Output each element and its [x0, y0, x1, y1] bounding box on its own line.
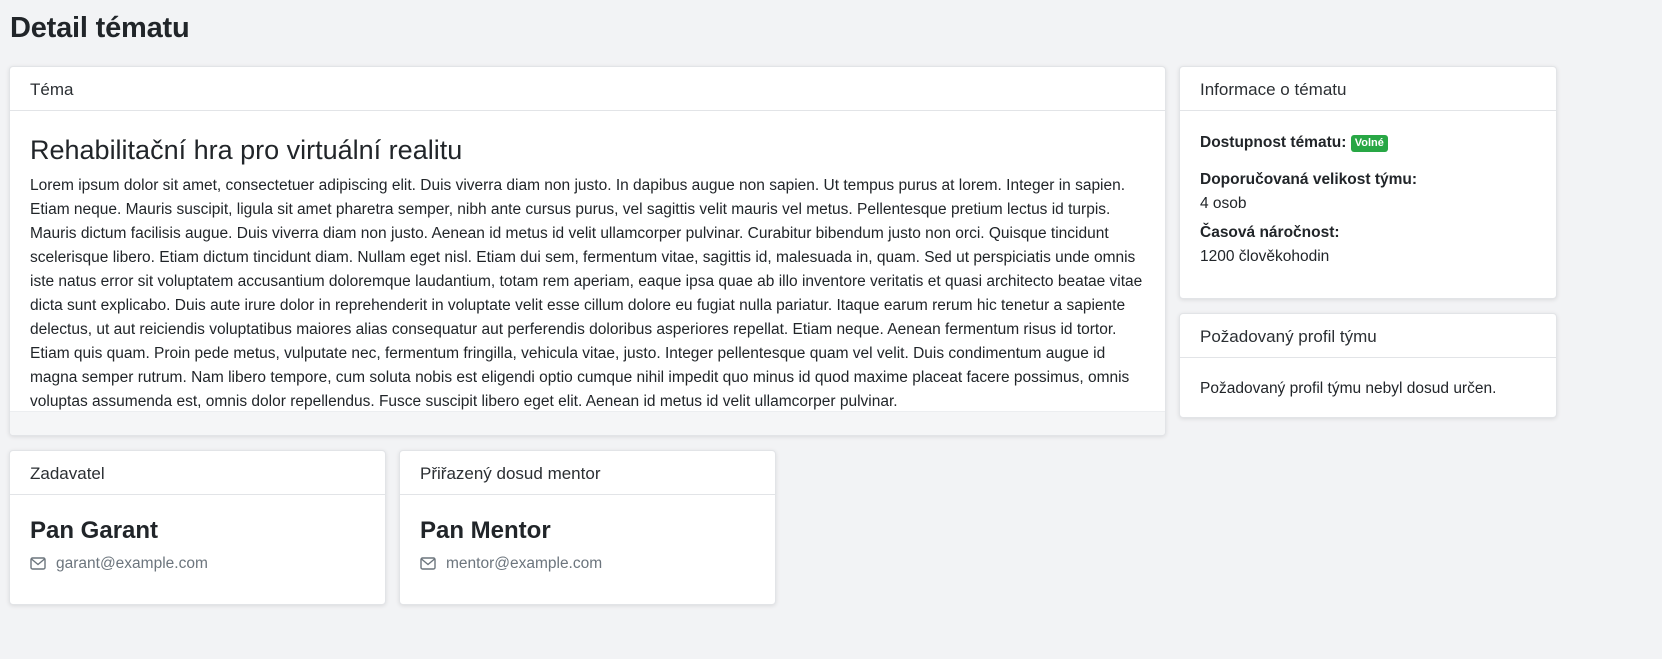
envelope-icon [420, 557, 438, 571]
availability-row: Dostupnost tématu: Volné [1200, 131, 1536, 155]
topic-card: Téma Rehabilitační hra pro virtuální rea… [9, 66, 1166, 436]
topic-info-card: Informace o tématu Dostupnost tématu: Vo… [1179, 66, 1557, 299]
topic-card-body: Rehabilitační hra pro virtuální realitu … [10, 135, 1165, 414]
team-size-value: 4 osob [1200, 195, 1247, 212]
availability-badge: Volné [1350, 135, 1388, 152]
submitter-email[interactable]: garant@example.com [56, 555, 208, 573]
mentor-card: Přiřazený dosud mentor Pan Mentor mentor… [399, 450, 776, 605]
topic-info-header: Informace o tématu [1180, 67, 1556, 111]
topic-card-footer [10, 411, 1165, 435]
mentor-email-row[interactable]: mentor@example.com [420, 555, 755, 573]
submitter-email-row[interactable]: garant@example.com [30, 555, 365, 573]
team-profile-text: Požadovaný profil týmu nebyl dosud určen… [1200, 380, 1497, 397]
page-title: Detail tématu [10, 12, 190, 44]
submitter-header: Zadavatel [10, 451, 385, 495]
topic-description: Lorem ipsum dolor sit amet, consectetuer… [30, 177, 1143, 410]
time-label: Časová náročnost: [1200, 224, 1340, 241]
team-size-row: Doporučovaná velikost týmu: 4 osob [1200, 168, 1536, 216]
availability-label: Dostupnost tématu: [1200, 134, 1347, 151]
topic-card-header: Téma [10, 67, 1165, 111]
submitter-card: Zadavatel Pan Garant garant@example.com [9, 450, 386, 605]
mentor-header: Přiřazený dosud mentor [400, 451, 775, 495]
team-profile-card: Požadovaný profil týmu Požadovaný profil… [1179, 313, 1557, 418]
mentor-name: Pan Mentor [420, 517, 551, 544]
time-value: 1200 člověkohodin [1200, 248, 1330, 265]
mentor-email[interactable]: mentor@example.com [446, 555, 602, 573]
submitter-name: Pan Garant [30, 517, 159, 544]
time-row: Časová náročnost: 1200 člověkohodin [1200, 221, 1536, 269]
envelope-icon [30, 557, 48, 571]
topic-title: Rehabilitační hra pro virtuální realitu [30, 135, 463, 165]
team-profile-header: Požadovaný profil týmu [1180, 314, 1556, 358]
team-size-label: Doporučovaná velikost týmu: [1200, 171, 1418, 188]
